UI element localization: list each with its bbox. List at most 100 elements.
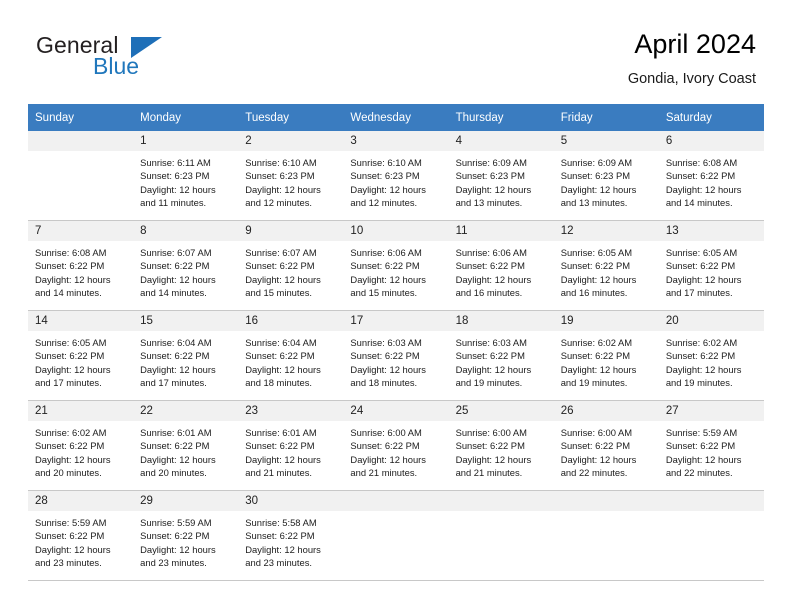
sunrise-text: Sunrise: 6:06 AM bbox=[350, 247, 422, 258]
day-cell[interactable]: 4 Sunrise: 6:09 AM Sunset: 6:23 PM Dayli… bbox=[448, 131, 554, 221]
sunset-text: Sunset: 6:22 PM bbox=[140, 530, 210, 542]
day-cell[interactable]: 13 Sunrise: 6:05 AM Sunset: 6:22 PM Dayl… bbox=[658, 220, 764, 311]
day-cell[interactable]: 23 Sunrise: 6:01 AM Sunset: 6:22 PM Dayl… bbox=[238, 400, 344, 491]
daylight-text-line1: Daylight: 12 hours bbox=[455, 363, 532, 375]
day-cell[interactable]: 8 Sunrise: 6:07 AM Sunset: 6:22 PM Dayli… bbox=[133, 220, 239, 311]
sunset-text: Sunset: 6:22 PM bbox=[245, 260, 315, 272]
daylight-text-line2: and 16 minutes. bbox=[455, 286, 523, 298]
day-details: Sunrise: 6:10 AM Sunset: 6:23 PM Dayligh… bbox=[343, 151, 448, 209]
day-details: Sunrise: 6:10 AM Sunset: 6:23 PM Dayligh… bbox=[238, 151, 343, 209]
sunset-text: Sunset: 6:22 PM bbox=[560, 260, 631, 272]
day-cell[interactable]: 22 Sunrise: 6:01 AM Sunset: 6:22 PM Dayl… bbox=[133, 400, 239, 491]
daylight-text-line2: and 18 minutes. bbox=[350, 376, 418, 388]
week-row: 21 Sunrise: 6:02 AM Sunset: 6:22 PM Dayl… bbox=[28, 400, 764, 491]
day-cell[interactable]: 3 Sunrise: 6:10 AM Sunset: 6:23 PM Dayli… bbox=[343, 131, 449, 221]
title-block: April 2024 Gondia, Ivory Coast bbox=[628, 28, 756, 89]
day-cell bbox=[553, 490, 659, 581]
sunrise-text: Sunrise: 6:01 AM bbox=[245, 427, 317, 438]
day-details: Sunrise: 6:09 AM Sunset: 6:23 PM Dayligh… bbox=[449, 151, 554, 209]
day-details: Sunrise: 6:08 AM Sunset: 6:22 PM Dayligh… bbox=[28, 241, 133, 299]
week-row: 7 Sunrise: 6:08 AM Sunset: 6:22 PM Dayli… bbox=[28, 220, 764, 311]
sunrise-text: Sunrise: 6:03 AM bbox=[350, 337, 422, 348]
day-number: 13 bbox=[658, 221, 764, 241]
day-cell[interactable]: 29 Sunrise: 5:59 AM Sunset: 6:22 PM Dayl… bbox=[133, 490, 239, 581]
day-cell[interactable]: 18 Sunrise: 6:03 AM Sunset: 6:22 PM Dayl… bbox=[448, 310, 554, 401]
day-cell[interactable]: 1 Sunrise: 6:11 AM Sunset: 6:23 PM Dayli… bbox=[133, 131, 239, 221]
sunrise-text: Sunrise: 6:06 AM bbox=[455, 247, 527, 258]
week-row: 1 Sunrise: 6:11 AM Sunset: 6:23 PM Dayli… bbox=[28, 131, 764, 221]
day-number: 22 bbox=[133, 401, 239, 421]
sunrise-text: Sunrise: 6:00 AM bbox=[350, 427, 422, 438]
sunset-text: Sunset: 6:22 PM bbox=[665, 440, 736, 452]
day-cell[interactable]: 2 Sunrise: 6:10 AM Sunset: 6:23 PM Dayli… bbox=[238, 131, 344, 221]
day-details: Sunrise: 6:01 AM Sunset: 6:22 PM Dayligh… bbox=[238, 421, 343, 479]
sunset-text: Sunset: 6:22 PM bbox=[245, 530, 315, 542]
day-cell[interactable]: 7 Sunrise: 6:08 AM Sunset: 6:22 PM Dayli… bbox=[28, 220, 134, 311]
daylight-text-line2: and 23 minutes. bbox=[35, 556, 102, 568]
week-row: 28 Sunrise: 5:59 AM Sunset: 6:22 PM Dayl… bbox=[28, 490, 764, 581]
day-details: Sunrise: 6:01 AM Sunset: 6:22 PM Dayligh… bbox=[133, 421, 238, 479]
day-details: Sunrise: 6:09 AM Sunset: 6:23 PM Dayligh… bbox=[554, 151, 659, 209]
page-header: General Blue April 2024 Gondia, Ivory Co… bbox=[0, 0, 792, 100]
day-cell[interactable]: 12 Sunrise: 6:05 AM Sunset: 6:22 PM Dayl… bbox=[553, 220, 659, 311]
sunset-text: Sunset: 6:22 PM bbox=[140, 350, 210, 362]
general-blue-logo[interactable]: General Blue bbox=[36, 32, 206, 88]
day-cell[interactable]: 9 Sunrise: 6:07 AM Sunset: 6:22 PM Dayli… bbox=[238, 220, 344, 311]
daylight-text-line2: and 12 minutes. bbox=[350, 196, 418, 208]
day-number: 10 bbox=[343, 221, 449, 241]
weekday-header-saturday: Saturday bbox=[658, 104, 764, 131]
day-cell[interactable]: 21 Sunrise: 6:02 AM Sunset: 6:22 PM Dayl… bbox=[28, 400, 134, 491]
day-cell[interactable]: 26 Sunrise: 6:00 AM Sunset: 6:22 PM Dayl… bbox=[553, 400, 659, 491]
day-number: 28 bbox=[28, 491, 134, 511]
sunrise-text: Sunrise: 6:02 AM bbox=[35, 427, 107, 438]
day-cell[interactable]: 5 Sunrise: 6:09 AM Sunset: 6:23 PM Dayli… bbox=[553, 131, 659, 221]
day-cell bbox=[448, 490, 554, 581]
day-number: 11 bbox=[448, 221, 554, 241]
day-number: 18 bbox=[448, 311, 554, 331]
day-cell[interactable]: 11 Sunrise: 6:06 AM Sunset: 6:22 PM Dayl… bbox=[448, 220, 554, 311]
day-cell[interactable]: 6 Sunrise: 6:08 AM Sunset: 6:22 PM Dayli… bbox=[658, 131, 764, 221]
day-cell[interactable]: 20 Sunrise: 6:02 AM Sunset: 6:22 PM Dayl… bbox=[658, 310, 764, 401]
daylight-text-line1: Daylight: 12 hours bbox=[245, 183, 321, 195]
day-cell[interactable]: 27 Sunrise: 5:59 AM Sunset: 6:22 PM Dayl… bbox=[658, 400, 764, 491]
day-cell[interactable]: 30 Sunrise: 5:58 AM Sunset: 6:22 PM Dayl… bbox=[238, 490, 344, 581]
sunset-text: Sunset: 6:22 PM bbox=[140, 440, 210, 452]
calendar-body: 1 Sunrise: 6:11 AM Sunset: 6:23 PM Dayli… bbox=[28, 131, 764, 581]
sunrise-text: Sunrise: 6:02 AM bbox=[665, 337, 738, 348]
daylight-text-line1: Daylight: 12 hours bbox=[560, 273, 637, 285]
weekday-header-sunday: Sunday bbox=[28, 104, 134, 131]
sunrise-text: Sunrise: 6:00 AM bbox=[455, 427, 527, 438]
day-cell[interactable]: 24 Sunrise: 6:00 AM Sunset: 6:22 PM Dayl… bbox=[343, 400, 449, 491]
daylight-text-line2: and 19 minutes. bbox=[455, 376, 523, 388]
day-cell[interactable]: 16 Sunrise: 6:04 AM Sunset: 6:22 PM Dayl… bbox=[238, 310, 344, 401]
daylight-text-line1: Daylight: 12 hours bbox=[665, 273, 742, 285]
day-cell[interactable]: 19 Sunrise: 6:02 AM Sunset: 6:22 PM Dayl… bbox=[553, 310, 659, 401]
day-cell[interactable]: 28 Sunrise: 5:59 AM Sunset: 6:22 PM Dayl… bbox=[28, 490, 134, 581]
day-cell[interactable]: 17 Sunrise: 6:03 AM Sunset: 6:22 PM Dayl… bbox=[343, 310, 449, 401]
day-cell[interactable]: 25 Sunrise: 6:00 AM Sunset: 6:22 PM Dayl… bbox=[448, 400, 554, 491]
sunset-text: Sunset: 6:22 PM bbox=[455, 350, 525, 362]
day-details: Sunrise: 6:05 AM Sunset: 6:22 PM Dayligh… bbox=[659, 241, 764, 299]
daylight-text-line1: Daylight: 12 hours bbox=[245, 453, 321, 465]
sunrise-text: Sunrise: 6:05 AM bbox=[665, 247, 738, 258]
day-details: Sunrise: 6:03 AM Sunset: 6:22 PM Dayligh… bbox=[343, 331, 448, 389]
day-number: 6 bbox=[658, 131, 764, 151]
daylight-text-line2: and 17 minutes. bbox=[35, 376, 102, 388]
sunrise-text: Sunrise: 6:04 AM bbox=[140, 337, 212, 348]
sunrise-text: Sunrise: 5:58 AM bbox=[245, 517, 317, 528]
day-cell[interactable]: 14 Sunrise: 6:05 AM Sunset: 6:22 PM Dayl… bbox=[28, 310, 134, 401]
day-cell[interactable]: 15 Sunrise: 6:04 AM Sunset: 6:22 PM Dayl… bbox=[133, 310, 239, 401]
weekday-header-thursday: Thursday bbox=[448, 104, 554, 131]
sunset-text: Sunset: 6:22 PM bbox=[35, 260, 105, 272]
sunrise-text: Sunrise: 5:59 AM bbox=[140, 517, 212, 528]
sunrise-text: Sunrise: 6:10 AM bbox=[245, 157, 317, 168]
daylight-text-line2: and 13 minutes. bbox=[455, 196, 523, 208]
day-number: 3 bbox=[343, 131, 449, 151]
daylight-text-line2: and 21 minutes. bbox=[245, 466, 312, 478]
sunset-text: Sunset: 6:22 PM bbox=[455, 260, 525, 272]
daylight-text-line1: Daylight: 12 hours bbox=[455, 183, 532, 195]
day-cell[interactable]: 10 Sunrise: 6:06 AM Sunset: 6:22 PM Dayl… bbox=[343, 220, 449, 311]
daylight-text-line1: Daylight: 12 hours bbox=[35, 453, 111, 465]
day-details: Sunrise: 6:02 AM Sunset: 6:22 PM Dayligh… bbox=[659, 331, 764, 389]
sunrise-text: Sunrise: 6:08 AM bbox=[665, 157, 738, 168]
